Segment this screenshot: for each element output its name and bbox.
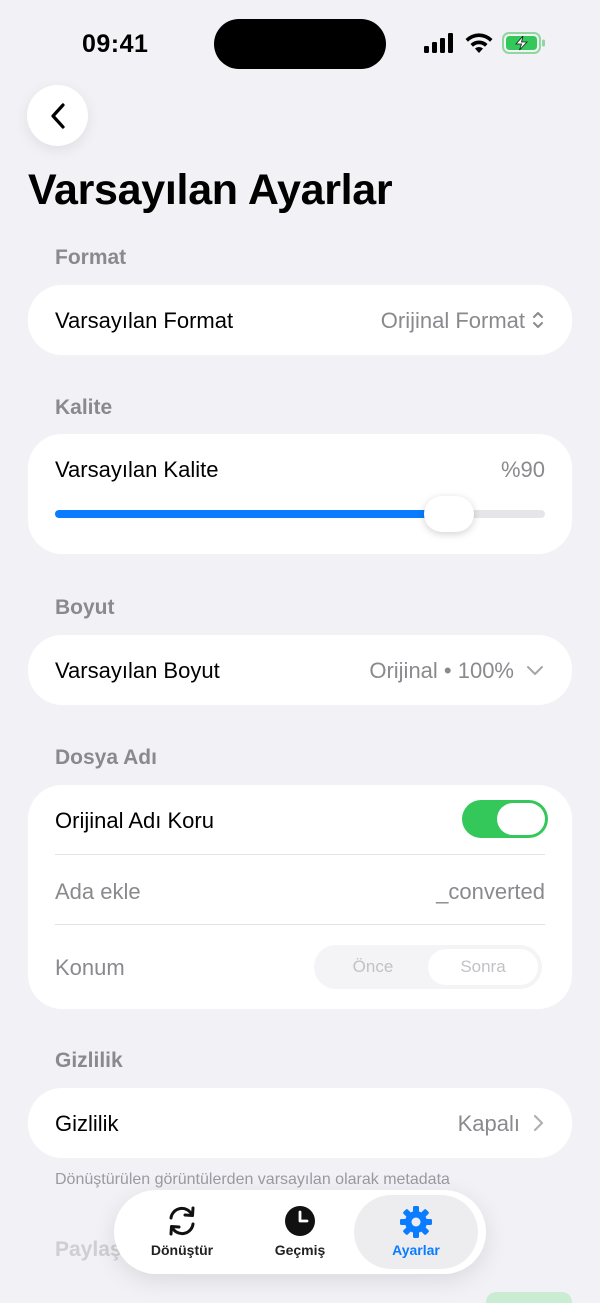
back-button[interactable] xyxy=(27,85,88,146)
tab-history[interactable]: Geçmiş xyxy=(238,1190,362,1274)
privacy-footnote: Dönüştürülen görüntülerden varsayılan ol… xyxy=(55,1171,450,1188)
keep-original-name-label: Orijinal Adı Koru xyxy=(55,808,214,833)
quality-slider-thumb[interactable] xyxy=(424,496,474,532)
divider xyxy=(55,854,545,855)
position-segmented-control[interactable]: Önce Sonra xyxy=(314,945,542,989)
chevron-up-down-icon xyxy=(533,312,543,328)
convert-icon xyxy=(169,1206,195,1236)
default-format-row[interactable]: Varsayılan Format Orijinal Format xyxy=(28,285,572,355)
section-label-filename: Dosya Adı xyxy=(55,746,157,769)
status-bar: 09:41 xyxy=(0,0,600,88)
gear-icon xyxy=(400,1206,432,1238)
page-title: Varsayılan Ayarlar xyxy=(28,166,393,214)
wifi-icon xyxy=(465,33,493,53)
clock-icon xyxy=(285,1206,315,1236)
privacy-row[interactable]: Gizlilik Kapalı xyxy=(28,1088,572,1158)
tab-bar: Dönüştür Geçmiş Ayarlar xyxy=(114,1190,486,1274)
default-quality-value: %90 xyxy=(500,457,545,482)
position-option-after[interactable]: Sonra xyxy=(428,949,538,985)
default-format-value: Orijinal Format xyxy=(380,308,525,333)
suffix-label: Ada ekle xyxy=(55,879,141,904)
quality-slider-fill xyxy=(55,510,447,518)
section-label-privacy: Gizlilik xyxy=(55,1049,123,1072)
default-quality-label: Varsayılan Kalite xyxy=(55,457,219,482)
default-size-row[interactable]: Varsayılan Boyut Orijinal • 100% xyxy=(28,635,572,705)
default-size-value: Orijinal • 100% xyxy=(369,658,514,683)
chevron-right-icon xyxy=(533,1114,544,1132)
battery-charging-icon xyxy=(502,32,545,54)
position-option-before[interactable]: Önce xyxy=(318,949,428,985)
keep-original-name-toggle[interactable] xyxy=(462,800,548,838)
section-label-quality: Kalite xyxy=(55,396,113,419)
section-label-share-partial: Paylaş xyxy=(55,1238,122,1261)
partial-toggle[interactable] xyxy=(486,1292,572,1303)
chevron-left-icon xyxy=(50,102,65,129)
suffix-input[interactable]: _converted xyxy=(436,879,545,905)
privacy-label: Gizlilik xyxy=(55,1111,119,1136)
default-format-label: Varsayılan Format xyxy=(55,308,234,333)
filename-card: Orijinal Adı Koru Ada ekle _converted Ko… xyxy=(28,785,572,1009)
section-label-size: Boyut xyxy=(55,596,115,619)
tab-convert-label: Dönüştür xyxy=(150,1242,214,1258)
chevron-down-icon xyxy=(527,666,543,675)
quality-card: Varsayılan Kalite %90 xyxy=(28,434,572,554)
divider xyxy=(55,924,545,925)
tab-convert[interactable]: Dönüştür xyxy=(120,1190,244,1274)
default-size-label: Varsayılan Boyut xyxy=(55,658,220,683)
tab-history-label: Geçmiş xyxy=(274,1242,326,1258)
toggle-knob xyxy=(497,803,545,835)
dynamic-island xyxy=(214,19,386,69)
tab-settings-label: Ayarlar xyxy=(392,1242,440,1258)
tab-settings[interactable]: Ayarlar xyxy=(354,1195,478,1269)
status-time: 09:41 xyxy=(82,30,149,58)
cellular-signal-icon xyxy=(424,33,453,53)
privacy-value: Kapalı xyxy=(457,1111,520,1136)
position-label: Konum xyxy=(55,955,125,980)
section-label-format: Format xyxy=(55,246,127,269)
